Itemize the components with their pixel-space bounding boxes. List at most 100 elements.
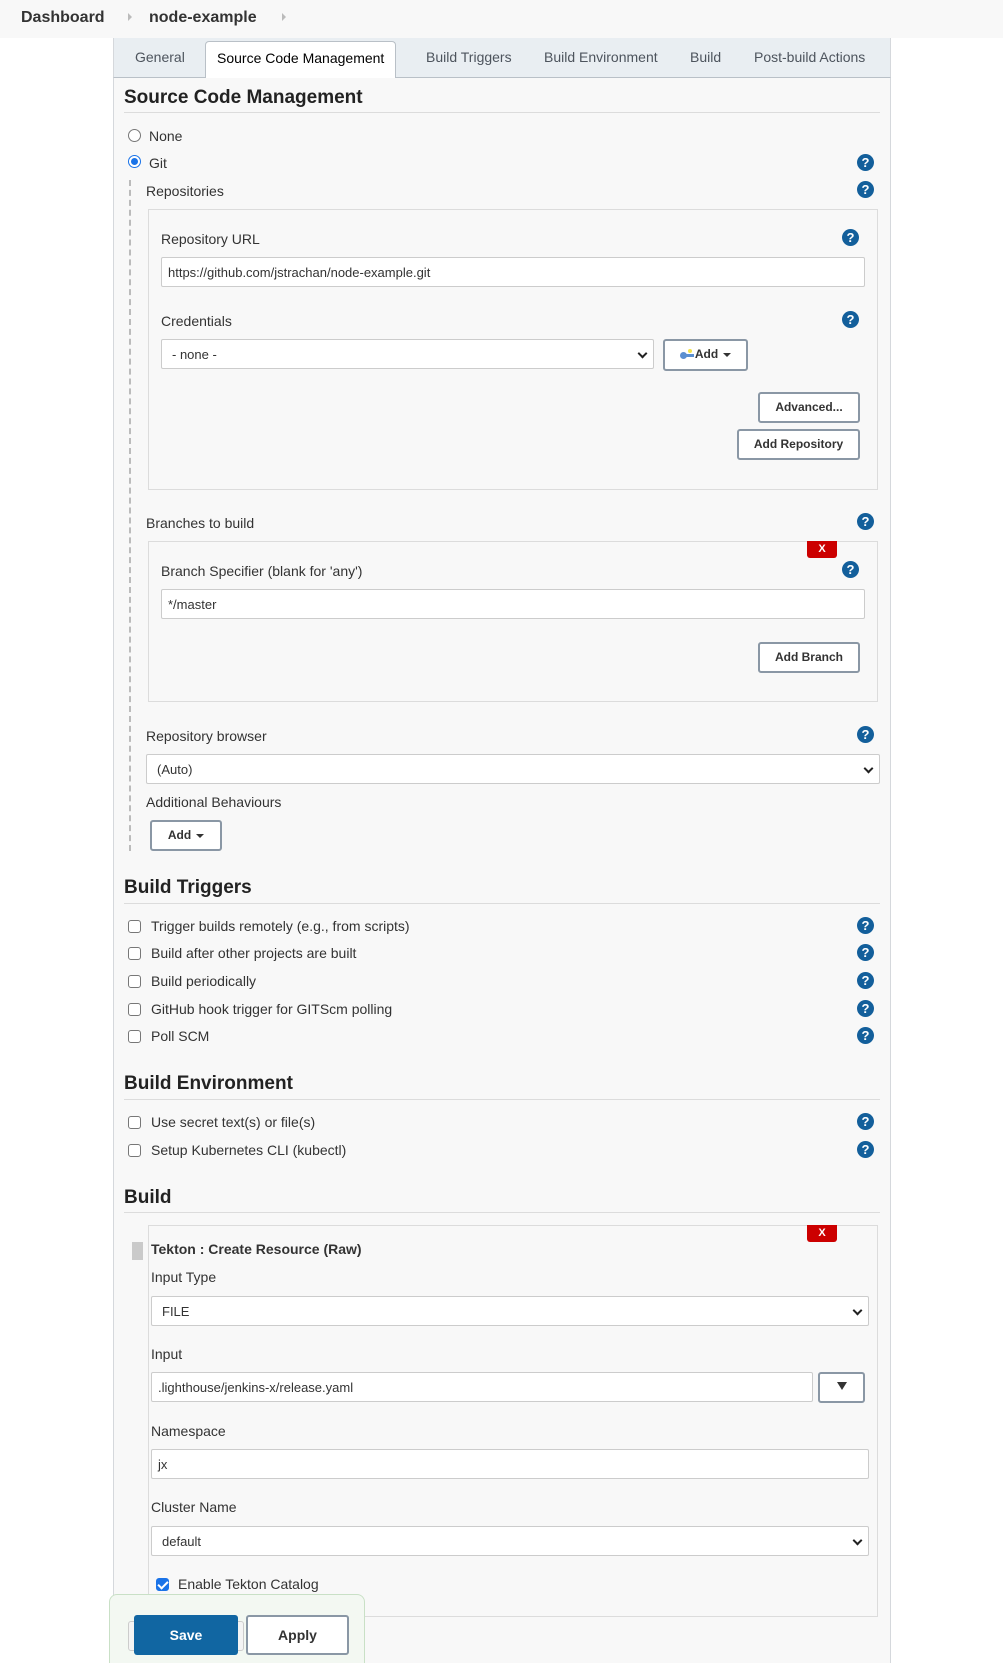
caret-down-icon [723,352,732,357]
input-type-label: Input Type [151,1269,217,1285]
build-step-box [148,1225,878,1617]
caret-down-icon [196,833,205,838]
key-icon [679,348,694,359]
triangle-down-icon [836,1382,847,1390]
credentials-add-label: Add [694,347,719,361]
breadcrumb-dashboard[interactable]: Dashboard [21,9,105,27]
additional-behaviours-label: Additional Behaviours [146,794,282,810]
input-type-select[interactable]: FILE [151,1296,869,1326]
divider [124,1212,880,1213]
cluster-name-value: default [162,1534,202,1549]
breadcrumb-separator-icon [128,13,132,21]
build-environment-heading: Build Environment [124,1073,293,1094]
drag-handle-icon[interactable] [132,1242,143,1260]
divider [124,112,880,113]
build-after-label: Build after other projects are built [151,945,357,961]
repositories-label: Repositories [146,183,224,199]
build-triggers-heading: Build Triggers [124,877,252,898]
repository-browser-label: Repository browser [146,728,267,744]
credentials-select[interactable]: - none - [161,339,654,369]
delete-branch-button[interactable]: X [807,541,837,558]
add-repository-button[interactable]: Add Repository [737,429,860,460]
help-icon[interactable]: ? [857,1113,874,1130]
breadcrumb-separator-icon[interactable] [282,13,286,21]
divider [124,903,880,904]
use-secret-checkbox[interactable] [128,1116,141,1129]
repository-browser-select[interactable]: (Auto) [146,754,880,784]
tab-build-triggers[interactable]: Build Triggers [426,49,512,65]
additional-behaviours-add-button[interactable]: Add [150,820,222,851]
tab-build-environment[interactable]: Build Environment [544,49,658,65]
build-heading: Build [124,1187,172,1208]
advanced-button[interactable]: Advanced... [758,392,860,423]
git-options-guide [129,180,131,851]
chevron-down-icon [852,1535,863,1546]
tab-source-code-management[interactable]: Source Code Management [205,41,397,78]
trigger-remote-checkbox[interactable] [128,920,141,933]
help-icon[interactable]: ? [857,972,874,989]
poll-scm-checkbox[interactable] [128,1030,141,1043]
save-button[interactable]: Save [134,1615,238,1655]
namespace-input[interactable]: jx [151,1449,869,1479]
scm-heading: Source Code Management [124,87,363,108]
help-icon[interactable]: ? [857,181,874,198]
help-icon[interactable]: ? [857,944,874,961]
help-icon[interactable]: ? [842,561,859,578]
help-icon[interactable]: ? [857,726,874,743]
help-icon[interactable]: ? [842,229,859,246]
scm-git-radio[interactable] [128,155,141,168]
scm-git-label: Git [149,155,167,171]
config-tabs: General Source Code Management Build Tri… [113,38,891,78]
branches-label: Branches to build [146,515,255,531]
enable-tekton-catalog-checkbox[interactable] [156,1578,169,1591]
help-icon[interactable]: ? [857,1000,874,1017]
credentials-value: - none - [172,347,217,362]
setup-kubectl-checkbox[interactable] [128,1144,141,1157]
tab-post-build-actions[interactable]: Post-build Actions [754,49,865,65]
help-icon[interactable]: ? [857,917,874,934]
input-type-value: FILE [162,1304,190,1319]
branch-specifier-label: Branch Specifier (blank for 'any') [161,563,363,579]
tab-build[interactable]: Build [690,49,721,65]
build-step-title: Tekton : Create Resource (Raw) [151,1241,362,1257]
github-hook-label: GitHub hook trigger for GITScm polling [151,1001,393,1017]
trigger-remote-label: Trigger builds remotely (e.g., from scri… [151,918,410,934]
chevron-down-icon [863,763,874,774]
cluster-name-label: Cluster Name [151,1499,237,1515]
repository-url-label: Repository URL [161,231,260,247]
tab-general[interactable]: General [135,49,185,65]
input-field[interactable]: .lighthouse/jenkins-x/release.yaml [151,1372,813,1402]
breadcrumb-node-example[interactable]: node-example [149,9,257,27]
divider [124,1099,880,1100]
credentials-label: Credentials [161,313,232,329]
enable-tekton-catalog-label: Enable Tekton Catalog [178,1576,319,1592]
build-periodically-checkbox[interactable] [128,975,141,988]
input-label: Input [151,1346,183,1362]
scm-none-radio[interactable] [128,129,141,142]
breadcrumb: Dashboard node-example [0,0,1003,38]
help-icon[interactable]: ? [857,513,874,530]
repository-url-input[interactable]: https://github.com/jstrachan/node-exampl… [161,257,865,287]
additional-add-label: Add [167,828,192,842]
help-icon[interactable]: ? [857,1027,874,1044]
github-hook-checkbox[interactable] [128,1003,141,1016]
poll-scm-label: Poll SCM [151,1028,210,1044]
build-periodically-label: Build periodically [151,973,257,989]
scm-none-label: None [149,128,183,144]
build-after-checkbox[interactable] [128,947,141,960]
namespace-label: Namespace [151,1423,226,1439]
branch-specifier-input[interactable]: */master [161,589,865,619]
setup-kubectl-label: Setup Kubernetes CLI (kubectl) [151,1142,347,1158]
help-icon[interactable]: ? [842,311,859,328]
apply-button[interactable]: Apply [246,1615,349,1655]
credentials-add-button[interactable]: Add [663,339,748,371]
use-secret-label: Use secret text(s) or file(s) [151,1114,316,1130]
add-branch-button[interactable]: Add Branch [758,642,860,673]
input-dropdown-button[interactable] [818,1372,865,1403]
help-icon[interactable]: ? [857,1141,874,1158]
chevron-down-icon [637,348,648,359]
cluster-name-select[interactable]: default [151,1526,869,1556]
delete-build-step-button[interactable]: X [807,1225,837,1242]
help-icon[interactable]: ? [857,154,874,171]
repository-browser-value: (Auto) [157,762,193,777]
